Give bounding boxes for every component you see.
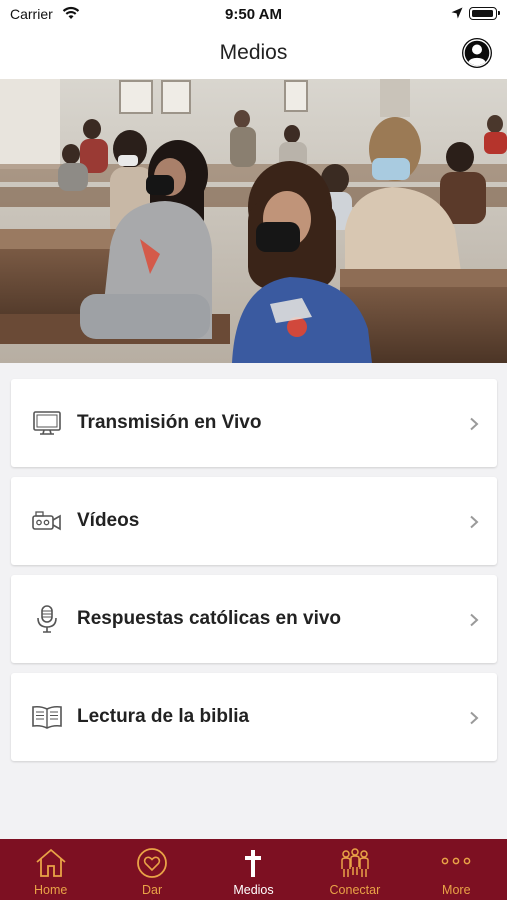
hero-image xyxy=(0,79,507,363)
menu-item-label: Transmisión en Vivo xyxy=(77,412,262,433)
tab-conectar[interactable]: Conectar xyxy=(304,839,405,900)
people-icon xyxy=(341,848,369,877)
tab-label: More xyxy=(442,883,471,897)
status-bar: Carrier 9:50 AM xyxy=(0,0,507,30)
menu-item-label: Lectura de la biblia xyxy=(77,706,250,727)
navigation-bar: Medios xyxy=(0,30,507,79)
church-photo xyxy=(0,79,507,363)
chevron-right-icon xyxy=(470,711,479,725)
menu-item-label: Vídeos xyxy=(77,510,140,531)
home-icon xyxy=(36,848,66,877)
battery-icon xyxy=(469,7,500,20)
tab-label: Conectar xyxy=(329,883,381,897)
menu-item-live-stream[interactable]: Transmisión en Vivo xyxy=(11,379,497,467)
tv-icon xyxy=(33,411,61,435)
tab-bar: Home Dar Medios Conectar More xyxy=(0,839,507,900)
tab-label: Dar xyxy=(142,883,163,897)
cross-icon xyxy=(245,850,262,877)
menu-item-bible-reading[interactable]: Lectura de la biblia xyxy=(11,673,497,761)
microphone-icon xyxy=(37,605,57,633)
tab-more[interactable]: More xyxy=(406,839,507,900)
media-menu: Transmisión en Vivo Vídeos Respuestas ca… xyxy=(11,379,497,771)
menu-item-catholic-answers[interactable]: Respuestas católicas en vivo xyxy=(11,575,497,663)
profile-button[interactable] xyxy=(462,38,492,68)
page-title: Medios xyxy=(219,41,288,64)
menu-item-videos[interactable]: Vídeos xyxy=(11,477,497,565)
chevron-right-icon xyxy=(470,417,479,431)
tab-label: Home xyxy=(34,883,68,897)
tab-home[interactable]: Home xyxy=(0,839,101,900)
more-icon xyxy=(441,857,471,865)
menu-item-label: Respuestas católicas en vivo xyxy=(77,608,342,629)
tab-label: Medios xyxy=(233,883,274,897)
tab-medios[interactable]: Medios xyxy=(203,839,304,900)
tab-dar[interactable]: Dar xyxy=(101,839,202,900)
chevron-right-icon xyxy=(470,515,479,529)
book-icon xyxy=(32,705,62,729)
user-icon xyxy=(463,39,491,67)
video-camera-icon xyxy=(32,511,61,531)
location-arrow-icon xyxy=(451,7,463,19)
chevron-right-icon xyxy=(470,613,479,627)
heart-icon xyxy=(137,848,167,878)
clock: 9:50 AM xyxy=(225,6,282,23)
